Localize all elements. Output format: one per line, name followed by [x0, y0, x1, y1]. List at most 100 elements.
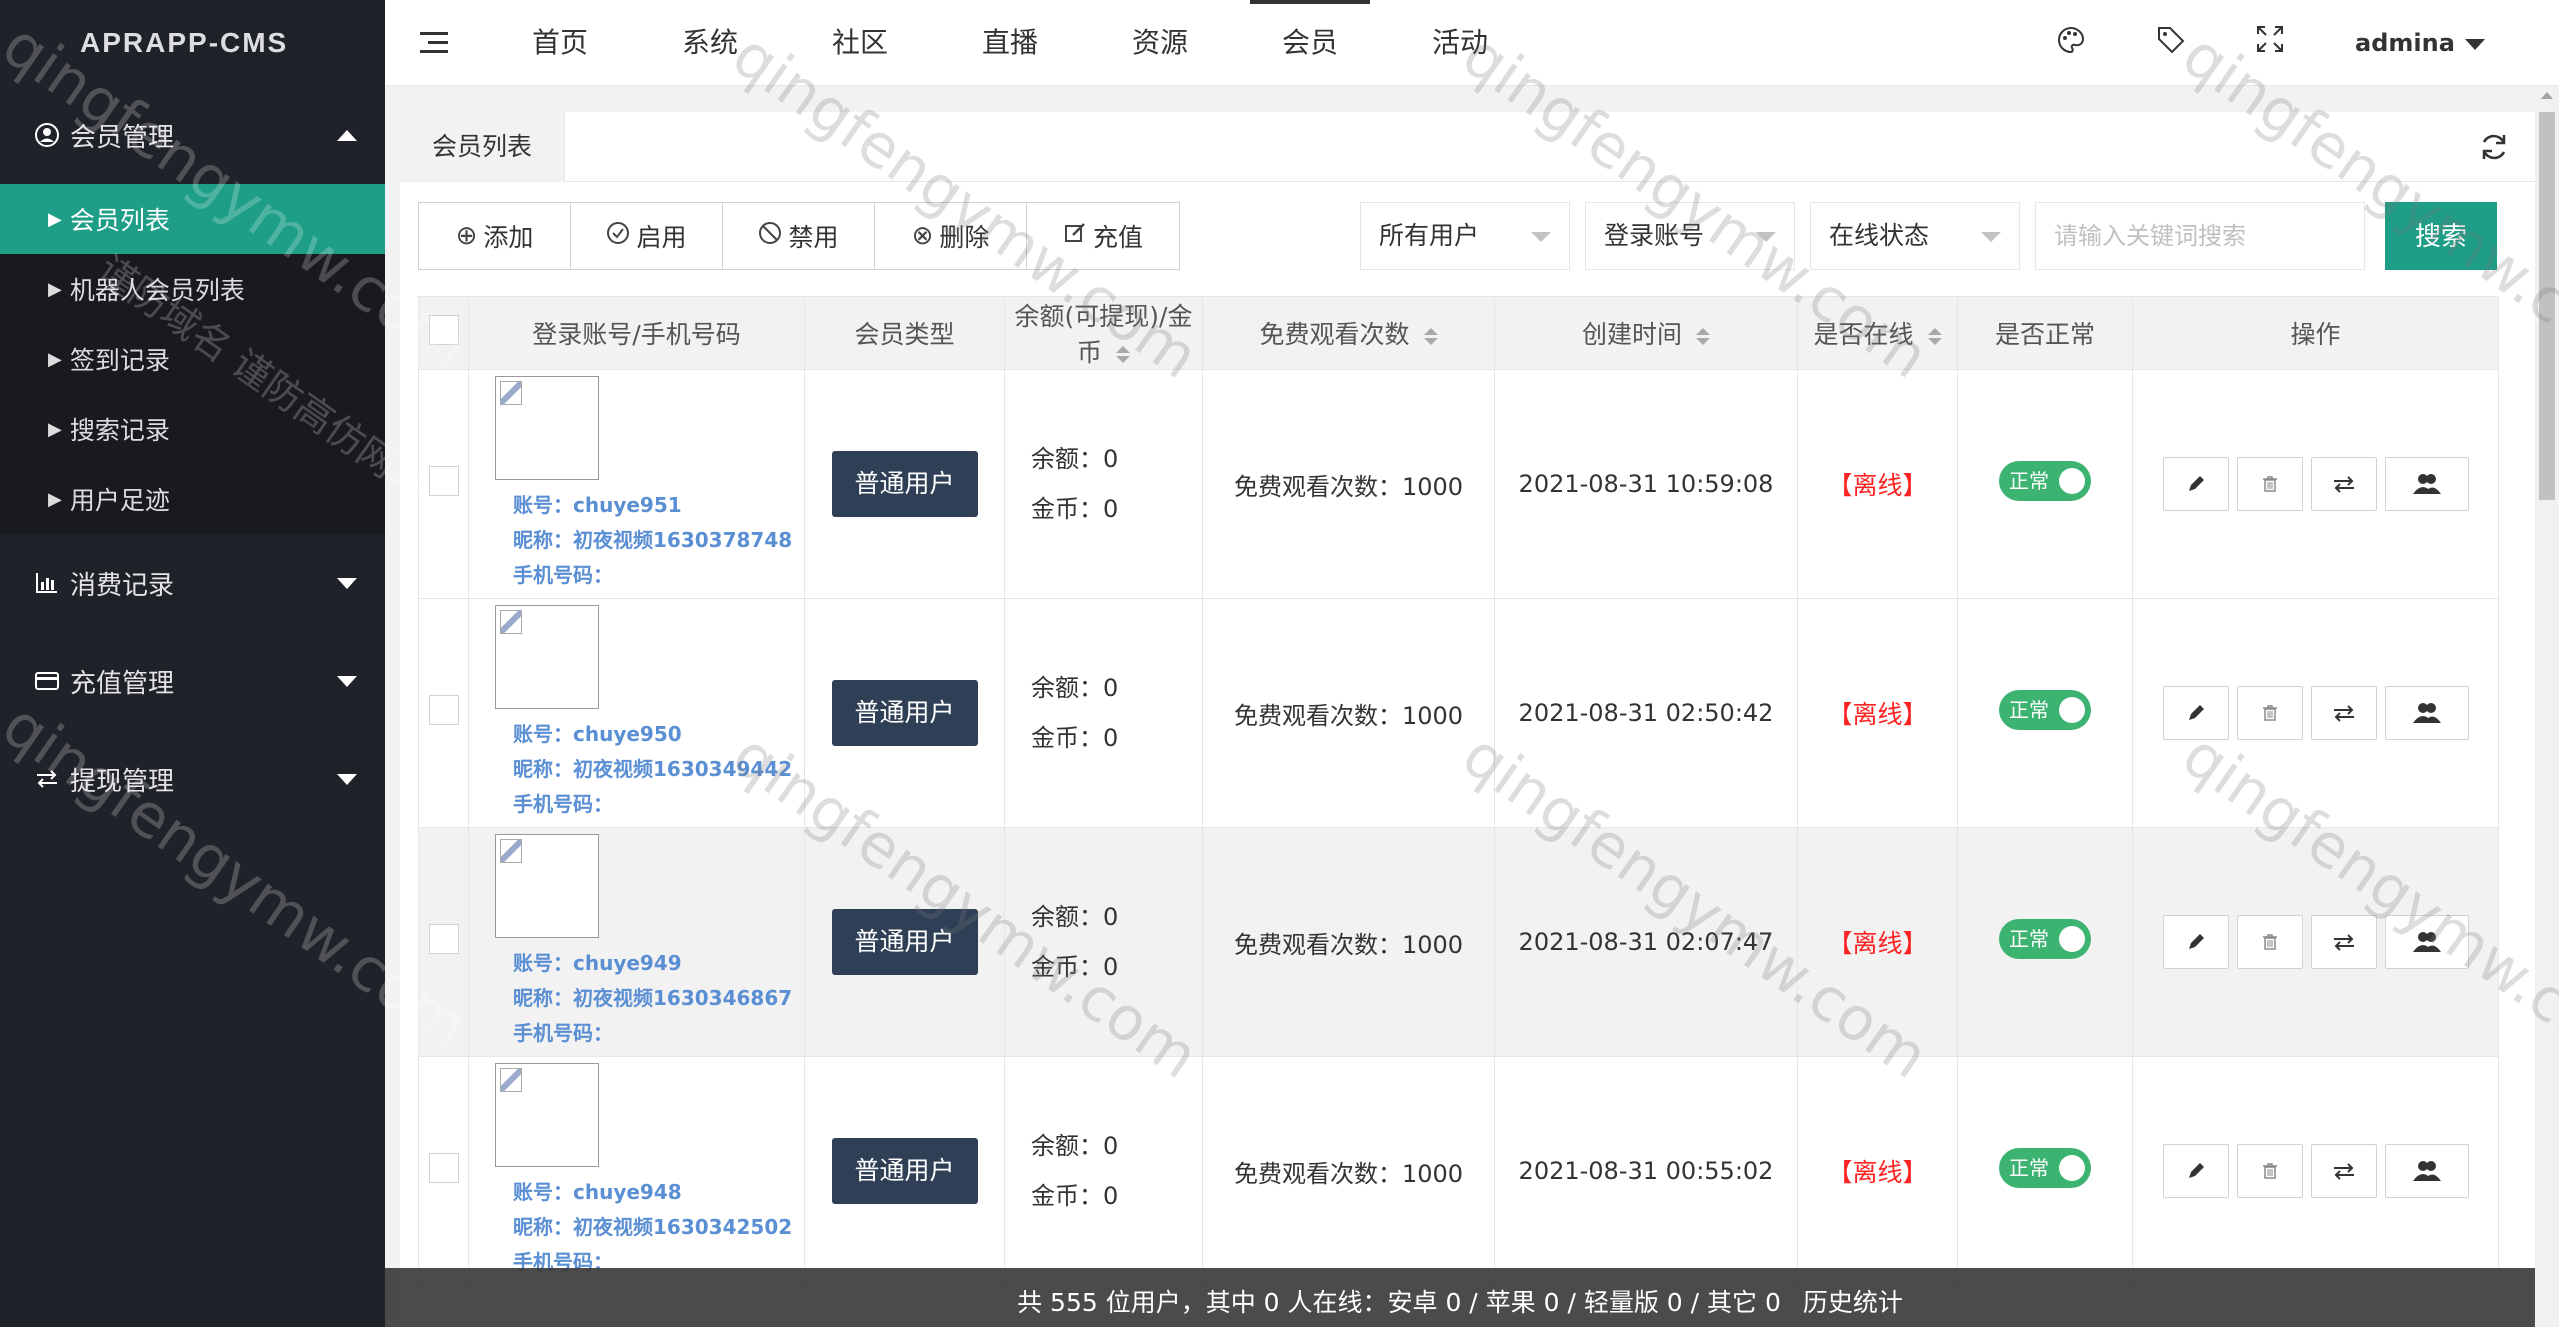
- toggle-knob: [2059, 1155, 2085, 1181]
- triangle-right-icon: ▶: [48, 208, 62, 230]
- row-actions: [2133, 686, 2498, 740]
- pencil-icon: [2188, 476, 2204, 491]
- sort-icon[interactable]: [1927, 327, 1942, 345]
- sidebar-item-member-list[interactable]: ▶ 会员列表: [0, 184, 385, 254]
- ban-icon: [758, 221, 782, 252]
- search-button[interactable]: 搜索: [2385, 202, 2497, 270]
- tag-icon[interactable]: [2155, 24, 2191, 60]
- select-all-checkbox[interactable]: [428, 315, 459, 345]
- col-online[interactable]: 是否在线: [1797, 296, 1958, 370]
- refresh-icon[interactable]: [2477, 130, 2513, 166]
- delete-row-button[interactable]: [2236, 686, 2303, 740]
- member-type-button[interactable]: 普通用户: [831, 1138, 978, 1204]
- vertical-scrollbar[interactable]: [2535, 86, 2559, 1327]
- nickname: 昵称：初夜视频1630346867: [513, 985, 793, 1010]
- top-nav-home[interactable]: 首页: [485, 0, 635, 86]
- sort-icon[interactable]: [1116, 345, 1130, 363]
- created-time: 2021-08-31 10:59:08: [1518, 470, 1774, 498]
- status-toggle[interactable]: 正常: [1999, 1148, 2091, 1188]
- free-views-value: 免费观看次数：1000: [1233, 701, 1464, 730]
- enable-button-label: 启用: [636, 223, 687, 252]
- members-button[interactable]: [2384, 686, 2469, 740]
- account-cell: 账号：chuye948 昵称：初夜视频1630342502 手机号码：: [468, 1056, 805, 1286]
- online-cell: 【离线】: [1797, 369, 1958, 599]
- member-type-button[interactable]: 普通用户: [831, 909, 978, 975]
- transfer-button[interactable]: [2310, 1144, 2377, 1198]
- user-menu[interactable]: admina: [2355, 0, 2485, 86]
- top-nav-activity[interactable]: 活动: [1385, 0, 1535, 86]
- row-checkbox[interactable]: [428, 695, 459, 725]
- scroll-thumb[interactable]: [2539, 112, 2555, 500]
- coins-value: 金币：0: [1031, 724, 1119, 752]
- add-button[interactable]: ⊕ 添加: [419, 203, 571, 269]
- row-checkbox[interactable]: [428, 924, 459, 954]
- delete-row-button[interactable]: [2236, 457, 2303, 511]
- top-nav-live[interactable]: 直播: [935, 0, 1085, 86]
- sidebar-item-robot-members[interactable]: ▶ 机器人会员列表: [0, 254, 385, 324]
- members-button[interactable]: [2384, 915, 2469, 969]
- sidebar-group-members-header[interactable]: 会员管理: [0, 86, 385, 184]
- history-stats-link[interactable]: 历史统计: [1803, 1288, 1903, 1317]
- edit-button[interactable]: [2162, 457, 2229, 511]
- row-checkbox[interactable]: [428, 466, 459, 496]
- online-status: 【离线】: [1827, 1158, 1928, 1187]
- sidebar-item-search-records[interactable]: ▶ 搜索记录: [0, 394, 385, 464]
- online-status-select[interactable]: 在线状态: [1810, 202, 2020, 270]
- members-button[interactable]: [2384, 1144, 2469, 1198]
- phone-number: 手机号码：: [513, 1020, 613, 1045]
- transfer-button[interactable]: [2310, 686, 2377, 740]
- sidebar-group-recharge-header[interactable]: 充值管理: [0, 632, 385, 730]
- tab-member-list[interactable]: 会员列表: [400, 112, 565, 182]
- sort-icon[interactable]: [1696, 327, 1710, 345]
- transfer-icon: [2333, 934, 2354, 951]
- member-type-button[interactable]: 普通用户: [831, 451, 978, 517]
- table-row: 账号：chuye950 昵称：初夜视频1630349442 手机号码： 普通用户…: [418, 598, 2499, 828]
- transfer-button[interactable]: [2310, 915, 2377, 969]
- user-type-select[interactable]: 所有用户: [1360, 202, 1570, 270]
- delete-button[interactable]: ⊗ 删除: [875, 203, 1027, 269]
- palette-icon[interactable]: [2055, 24, 2091, 60]
- created-cell: 2021-08-31 10:59:08: [1494, 369, 1798, 599]
- top-nav-system[interactable]: 系统: [635, 0, 785, 86]
- sidebar-group-label: 提现管理: [70, 766, 175, 797]
- top-nav-community[interactable]: 社区: [785, 0, 935, 86]
- members-button[interactable]: [2384, 457, 2469, 511]
- top-nav-members[interactable]: 会员: [1235, 0, 1385, 86]
- status-toggle[interactable]: 正常: [1999, 919, 2091, 959]
- sidebar-group-consumption-header[interactable]: 消费记录: [0, 534, 385, 632]
- top-nav-resources[interactable]: 资源: [1085, 0, 1235, 86]
- online-status: 【离线】: [1827, 471, 1928, 500]
- menu-toggle-icon[interactable]: [420, 30, 450, 56]
- sidebar-item-user-footprint[interactable]: ▶ 用户足迹: [0, 464, 385, 534]
- enable-button[interactable]: 启用: [571, 203, 723, 269]
- avatar: [495, 375, 599, 480]
- caret-up-icon: [337, 129, 357, 141]
- status-toggle[interactable]: 正常: [1999, 690, 2091, 730]
- free-views-cell: 免费观看次数：1000: [1202, 1056, 1495, 1286]
- account-type-select[interactable]: 登录账号: [1585, 202, 1795, 270]
- sidebar-group-withdraw-header[interactable]: 提现管理: [0, 730, 385, 828]
- edit-button[interactable]: [2162, 1144, 2229, 1198]
- edit-button[interactable]: [2162, 686, 2229, 740]
- recharge-button[interactable]: 充值: [1027, 203, 1179, 269]
- member-type-button[interactable]: 普通用户: [831, 680, 978, 746]
- sort-icon[interactable]: [1423, 327, 1438, 345]
- sidebar-item-checkin-records[interactable]: ▶ 签到记录: [0, 324, 385, 394]
- fullscreen-icon[interactable]: [2255, 24, 2291, 60]
- created-time: 2021-08-31 02:50:42: [1518, 699, 1774, 727]
- col-balance[interactable]: 余额(可提现)/金币: [1004, 296, 1203, 370]
- status-toggle[interactable]: 正常: [1999, 461, 2091, 501]
- action-toolbar: ⊕ 添加 启用 禁用 ⊗ 删除 充值: [418, 202, 1180, 270]
- col-status-label: 是否正常: [1994, 320, 2095, 349]
- disable-button[interactable]: 禁用: [723, 203, 875, 269]
- delete-row-button[interactable]: [2236, 1144, 2303, 1198]
- col-created[interactable]: 创建时间: [1494, 296, 1798, 370]
- delete-row-button[interactable]: [2236, 915, 2303, 969]
- keyword-search-input[interactable]: [2035, 202, 2365, 270]
- col-free-views[interactable]: 免费观看次数: [1202, 296, 1495, 370]
- row-checkbox[interactable]: [428, 1153, 459, 1183]
- col-actions-label: 操作: [2290, 320, 2341, 349]
- transfer-button[interactable]: [2310, 457, 2377, 511]
- scroll-up-icon[interactable]: [2541, 92, 2553, 99]
- edit-button[interactable]: [2162, 915, 2229, 969]
